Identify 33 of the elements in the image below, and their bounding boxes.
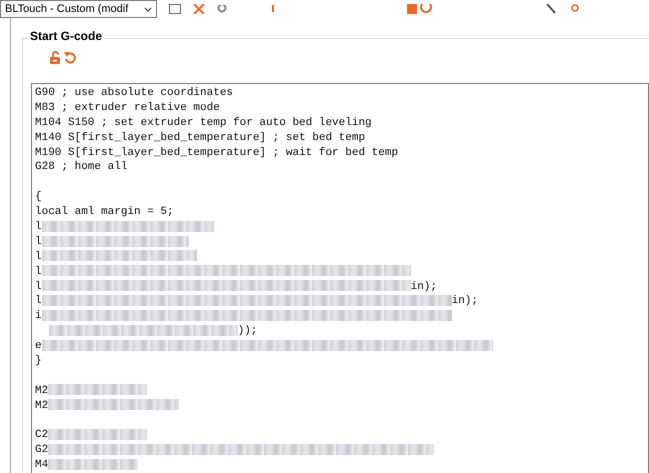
code-line: } [35, 354, 42, 369]
code-line: M190 S[first_layer_bed_temperature] ; wait for bed temp [35, 146, 398, 160]
code-line: local aml margin = 5; [35, 205, 174, 220]
code-line: e [35, 339, 42, 354]
gcode-editor[interactable] [31, 83, 649, 473]
code-line: M104 S150 ; set extruder temp for auto bed leveling [35, 116, 372, 131]
code-line: l [35, 250, 42, 265]
code-line: in); [410, 280, 438, 294]
code-line: { [35, 190, 42, 206]
code-line: l [35, 234, 42, 250]
code-line: M140 S[first_layer_bed_temperature] ; set bed temp [35, 130, 366, 146]
code-line: l [35, 280, 42, 294]
code-line: M4 [35, 458, 48, 473]
close-icon[interactable] [193, 4, 205, 14]
undo-icon[interactable] [64, 51, 76, 64]
code-line: G90 ; use absolute coordinates [35, 86, 234, 101]
code-line: M83 ; extruder relative mode [35, 100, 220, 116]
window-icon[interactable] [169, 4, 181, 14]
preset-dropdown[interactable]: BLTouch - Custom (modif [0, 0, 157, 18]
code-line: C2 [35, 428, 48, 444]
group-title: Start G-code [28, 30, 104, 42]
caret-icon [144, 6, 152, 12]
code-line: l [35, 264, 42, 280]
code-line: l [35, 294, 42, 310]
unlocked-lock-icon[interactable] [50, 51, 61, 64]
code-line: M2 [35, 384, 48, 399]
code-line: M2 [35, 398, 48, 414]
code-line: i [35, 309, 42, 324]
code-line: l [35, 220, 42, 235]
code-line: G28 ; home all [35, 160, 128, 176]
code-line: in); [452, 294, 478, 310]
code-line: )); [238, 324, 258, 340]
code-line: G2 [35, 443, 48, 458]
